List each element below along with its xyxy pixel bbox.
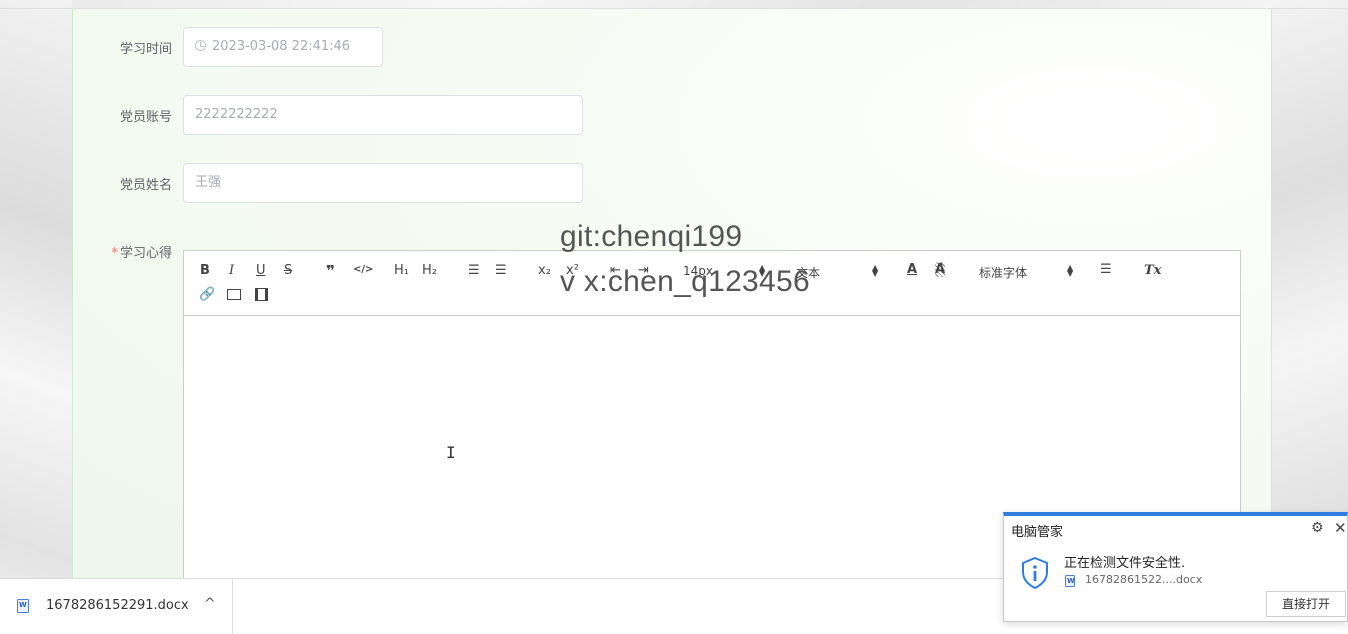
study-notes-label: * 学习心得	[92, 242, 172, 261]
shield-info-icon	[1022, 557, 1048, 589]
popup-doc-icon	[1065, 575, 1075, 587]
close-icon[interactable]: ✕	[1334, 519, 1347, 537]
header-select-arrows-icon: ▲ ▼	[872, 263, 879, 278]
download-item[interactable]: 1678286152291.docx ^	[0, 579, 233, 634]
font-select-value: 标准字体	[979, 266, 1028, 280]
editor-toolbar: B I U S ❞ </> H₁ H₂ ☰ ☰ x₂ x² ⇤ ⇥ 14px ▲…	[184, 251, 1240, 316]
blockquote-button[interactable]: ❞	[326, 262, 335, 280]
outdent-icon[interactable]: ⇤	[610, 263, 621, 278]
font-select-arrows-icon: ▲ ▼	[1067, 263, 1074, 278]
header-select-value: 文本	[796, 266, 821, 280]
link-icon[interactable]: 🔗	[199, 287, 215, 302]
open-directly-button[interactable]: 直接打开	[1266, 591, 1346, 617]
study-notes-label-text: 学习心得	[119, 246, 172, 261]
size-select[interactable]: 14px ▲ ▼	[683, 263, 766, 279]
popup-title: 电脑管家	[1011, 525, 1064, 540]
doc-icon	[17, 599, 29, 613]
study-time-label: 学习时间	[119, 42, 172, 57]
popup-file-name: 16782861522....docx	[1085, 573, 1203, 586]
clean-button[interactable]: Tx	[1144, 263, 1161, 278]
member-name-value: 王强	[195, 175, 222, 190]
member-name-label: 党员姓名	[119, 178, 172, 193]
ordered-list-icon: ☰	[468, 263, 480, 278]
video-icon[interactable]	[255, 288, 268, 301]
member-account-value: 2222222222	[195, 107, 278, 122]
security-popup: 电脑管家 ⚙ ✕ 正在检测文件安全性. 16782861522....docx …	[1003, 512, 1348, 622]
underline-button[interactable]: U	[256, 263, 266, 278]
study-time-field[interactable]: 2023-03-08 22:41:46	[183, 27, 383, 67]
download-file-name: 1678286152291.docx	[46, 598, 189, 613]
bullet-list-icon: ☰	[495, 263, 507, 278]
indent-icon[interactable]: ⇥	[638, 263, 649, 278]
ordered-list-button[interactable]: ☰	[468, 263, 480, 278]
superscript-button[interactable]: x²	[566, 263, 579, 278]
strike-button[interactable]: S	[284, 263, 292, 278]
text-cursor-icon: I	[446, 443, 456, 462]
h2-button[interactable]: H₂	[422, 263, 437, 278]
background-icon[interactable]: A	[935, 262, 946, 277]
image-icon[interactable]	[227, 289, 241, 300]
member-name-field[interactable]: 王强	[183, 163, 583, 203]
clock-icon	[195, 40, 206, 51]
font-select[interactable]: 标准字体 ▲ ▼	[979, 263, 1074, 281]
subscript-button[interactable]: x₂	[538, 263, 551, 278]
italic-button[interactable]: I	[229, 263, 234, 278]
study-time-value: 2023-03-08 22:41:46	[212, 39, 351, 54]
align-icon[interactable]: ☰	[1100, 262, 1112, 277]
chevron-up-icon[interactable]: ^	[204, 596, 216, 612]
member-account-label: 党员账号	[119, 110, 172, 125]
size-select-value: 14px	[683, 264, 713, 278]
page-background-left	[0, 0, 72, 634]
settings-icon[interactable]: ⚙	[1311, 520, 1324, 536]
member-account-field[interactable]: 2222222222	[183, 95, 583, 135]
required-mark: *	[111, 246, 118, 261]
color-icon[interactable]: A	[907, 262, 917, 277]
code-button[interactable]: </>	[353, 264, 373, 275]
header-select[interactable]: 文本 ▲ ▼	[796, 263, 879, 281]
popup-message: 正在检测文件安全性.	[1064, 556, 1186, 571]
bold-button[interactable]: B	[200, 263, 210, 278]
size-select-arrows-icon: ▲ ▼	[759, 263, 766, 278]
h1-button[interactable]: H₁	[394, 263, 409, 278]
bullet-list-button[interactable]: ☰	[495, 263, 507, 278]
